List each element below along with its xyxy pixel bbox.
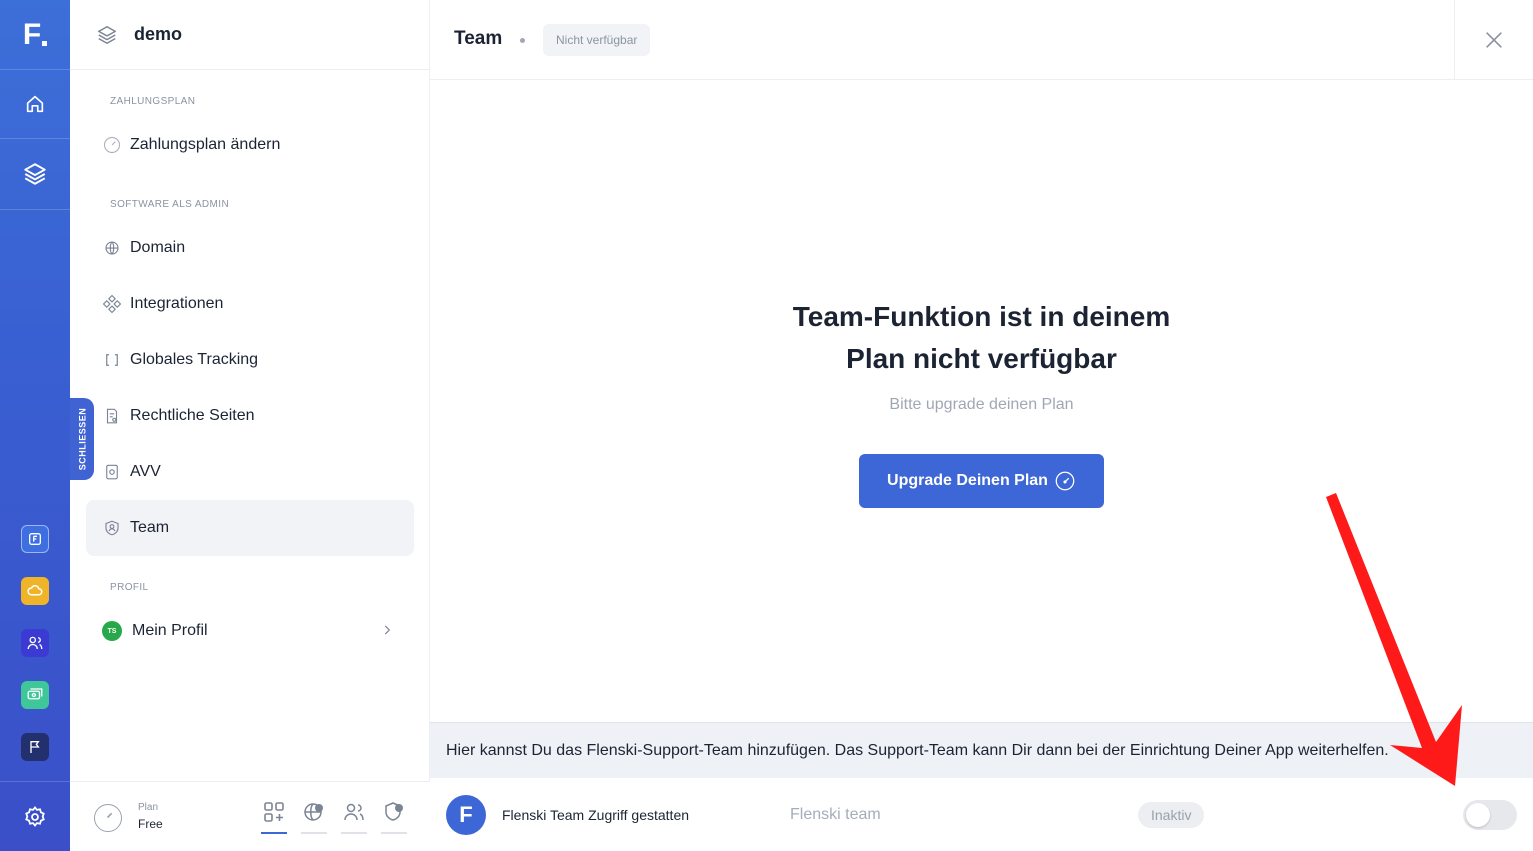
avv-icon — [102, 462, 122, 482]
upgrade-plan-button[interactable]: Upgrade Deinen Plan — [859, 454, 1104, 508]
sidebar-item-label: Mein Profil — [132, 622, 208, 639]
flag-app-icon[interactable] — [21, 733, 49, 761]
empty-state-subtitle: Bitte upgrade deinen Plan — [889, 396, 1074, 413]
app-rail: F — [0, 0, 70, 851]
close-icon — [1486, 32, 1502, 48]
home-button[interactable] — [0, 70, 70, 139]
sidebar-item-label: AVV — [130, 463, 161, 480]
flenski-team-logo: F — [446, 795, 486, 835]
close-button[interactable] — [1454, 0, 1533, 80]
workspace-header: demo — [70, 0, 429, 70]
layers-icon — [24, 163, 46, 185]
sidebar-item-label: Zahlungsplan ändern — [130, 136, 281, 153]
support-status-badge: Inaktiv — [1138, 802, 1205, 828]
sidebar-item-label: Domain — [130, 239, 186, 256]
section-admin: SOFTWARE ALS ADMIN — [110, 199, 230, 210]
globe-settings-icon — [304, 803, 323, 821]
footer-tab-users[interactable] — [341, 800, 367, 834]
sidebar-item-globales-tracking[interactable]: Globales Tracking — [86, 332, 414, 388]
workspace-name: demo — [134, 24, 183, 44]
page-title: Team — [454, 28, 503, 49]
support-access-label: Flenski Team Zugriff gestatten — [502, 807, 690, 823]
empty-state: Team-Funktion ist in deinem Plan nicht v… — [430, 80, 1533, 722]
sidebar-item-zahlungsplan[interactable]: Zahlungsplan ändern — [86, 117, 414, 173]
gauge-icon — [102, 135, 122, 155]
section-billing: ZAHLUNGSPLAN — [110, 96, 196, 107]
users-icon — [344, 803, 364, 821]
apps-add-icon — [264, 802, 284, 822]
support-access-row: F Flenski Team Zugriff gestatten Flenski… — [430, 778, 1533, 851]
title-separator — [520, 38, 525, 43]
footer-tab-apps[interactable] — [261, 800, 287, 834]
plan-gauge-icon — [94, 804, 122, 832]
page-header: Team Nicht verfügbar — [430, 0, 1533, 80]
sidebar-item-label: Globales Tracking — [130, 351, 259, 368]
sidebar-footer: Plan Free — [70, 781, 430, 851]
footer-tab-team[interactable] — [381, 800, 407, 834]
brackets-icon — [102, 350, 122, 370]
users-app-icon[interactable] — [21, 629, 49, 657]
globe-icon — [102, 238, 122, 258]
section-profile: PROFIL — [110, 582, 149, 593]
sidebar-item-integrationen[interactable]: Integrationen — [86, 276, 414, 332]
chevron-right-icon — [384, 625, 391, 635]
team-shield-icon — [102, 518, 122, 538]
team-settings-icon — [385, 802, 403, 821]
sidebar-item-label: Team — [130, 519, 170, 536]
collapse-sidebar-tab[interactable]: SCHLIESSEN — [70, 398, 94, 480]
empty-state-heading: Team-Funktion ist in deinem Plan nicht v… — [792, 301, 1171, 374]
sidebar-item-label: Rechtliche Seiten — [130, 407, 255, 424]
layers-button[interactable] — [0, 139, 70, 210]
flenski-logo[interactable]: F — [0, 0, 70, 70]
sidebar-item-rechtliche-seiten[interactable]: Rechtliche Seiten — [86, 388, 414, 444]
avatar: TS — [102, 621, 122, 641]
plan-label: Plan — [138, 802, 159, 813]
legal-page-icon — [102, 406, 122, 426]
integrations-icon — [102, 294, 122, 314]
money-app-icon[interactable] — [21, 681, 49, 709]
footer-tab-domain[interactable] — [301, 800, 327, 834]
toggle-knob — [1466, 803, 1490, 827]
cloud-app-icon[interactable] — [21, 577, 49, 605]
sidebar-item-mein-profil[interactable]: TS Mein Profil — [86, 603, 414, 659]
sidebar-item-domain[interactable]: Domain — [86, 220, 414, 276]
support-info: Hier kannst Du das Flenski-Support-Team … — [430, 722, 1533, 778]
plan-value: Free — [138, 817, 163, 831]
gear-icon — [25, 805, 45, 827]
settings-sidebar: demo ZAHLUNGSPLAN Zahlungsplan ändern SO… — [70, 0, 430, 851]
support-team-name: Flenski team — [790, 806, 881, 823]
gauge-icon — [1055, 471, 1075, 491]
settings-button[interactable] — [0, 781, 70, 851]
sidebar-item-team[interactable]: Team — [86, 500, 414, 556]
support-access-toggle[interactable] — [1463, 800, 1517, 830]
layers-icon — [98, 25, 116, 44]
flenski-app-icon[interactable] — [21, 525, 49, 553]
status-badge: Nicht verfügbar — [543, 24, 651, 56]
sidebar-item-label: Integrationen — [130, 295, 224, 312]
home-icon — [26, 95, 44, 113]
sidebar-item-avv[interactable]: AVV — [86, 444, 414, 500]
